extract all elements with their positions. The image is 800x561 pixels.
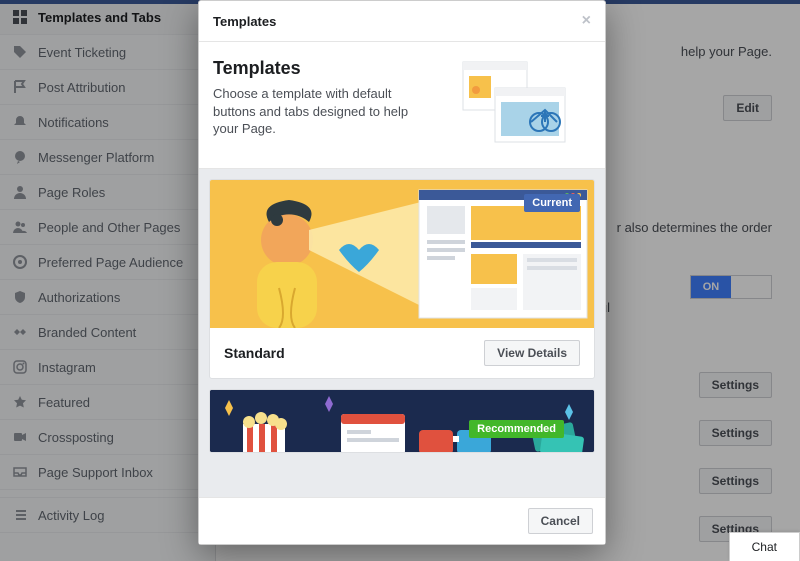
templates-illustration <box>451 58 591 148</box>
template-card-standard: Current Standard View Details <box>209 179 595 379</box>
modal-intro: Templates Choose a template with default… <box>199 42 605 169</box>
chat-tab[interactable]: Chat <box>729 532 800 561</box>
intro-title: Templates <box>213 58 441 79</box>
intro-body: Choose a template with default buttons a… <box>213 85 423 138</box>
modal-body: Templates Choose a template with default… <box>199 42 605 497</box>
modal-header: Templates × <box>199 1 605 42</box>
current-badge: Current <box>524 194 580 212</box>
recommended-badge: Recommended <box>469 420 564 438</box>
template-illustration-standard: Current <box>210 180 594 328</box>
close-icon[interactable]: × <box>582 13 591 29</box>
view-details-button[interactable]: View Details <box>484 340 580 366</box>
template-card-recommended: Recommended <box>209 389 595 453</box>
template-illustration-recommended: Recommended <box>210 390 594 453</box>
cancel-button[interactable]: Cancel <box>528 508 593 534</box>
chat-label: Chat <box>752 540 777 554</box>
modal-footer: Cancel <box>199 497 605 544</box>
templates-modal: Templates × Templates Choose a template … <box>198 0 606 545</box>
modal-title: Templates <box>213 14 276 29</box>
template-name: Standard <box>224 345 285 361</box>
